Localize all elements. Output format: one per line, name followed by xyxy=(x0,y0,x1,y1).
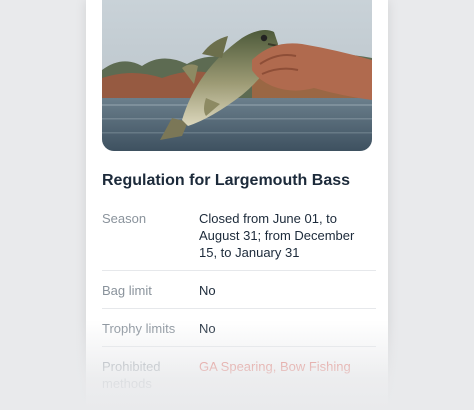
regulation-card: Regulation for Largemouth Bass Season Cl… xyxy=(86,0,388,410)
row-value: Closed from June 01, to August 31; from … xyxy=(199,211,355,260)
regulation-row-prohibited-methods: Prohibited methods GA Spearing, Bow Fish… xyxy=(102,358,376,394)
row-value: GA Spearing, Bow Fishing xyxy=(199,359,351,374)
regulation-title: Regulation for Largemouth Bass xyxy=(102,172,351,189)
largemouth-bass-photo xyxy=(102,0,372,151)
row-value: No xyxy=(199,283,216,298)
row-label: Season xyxy=(102,211,147,226)
row-value: No xyxy=(199,321,216,336)
regulation-row-season: Season Closed from June 01, to August 31… xyxy=(102,210,376,271)
regulation-row-bag-limit: Bag limit No xyxy=(102,282,376,309)
row-label: Prohibited methods xyxy=(102,359,161,391)
row-label: Bag limit xyxy=(102,283,152,298)
row-label: Trophy limits xyxy=(102,321,176,336)
regulation-row-trophy-limits: Trophy limits No xyxy=(102,320,376,347)
